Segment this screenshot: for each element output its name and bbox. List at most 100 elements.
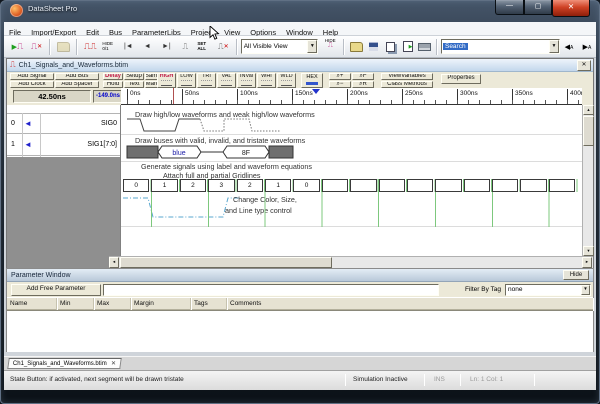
open-file-icon[interactable] — [348, 37, 365, 56]
open-disabled-icon[interactable] — [54, 37, 73, 56]
bus-cell[interactable] — [492, 179, 518, 192]
properties-button[interactable]: Properties — [441, 74, 481, 84]
hide-01-button[interactable]: HIDE 0/1 — [100, 37, 119, 56]
wave-state-button[interactable]: LOW — [177, 73, 196, 88]
time-ruler[interactable]: 0ns50ns100ns150ns200ns250ns300ns350ns400… — [121, 88, 582, 105]
delay-button[interactable]: Delay — [103, 73, 123, 81]
bus-cell[interactable] — [322, 179, 348, 192]
dropdown-arrow-icon[interactable]: ▼ — [549, 40, 559, 53]
bus-cell[interactable] — [435, 179, 461, 192]
gridline-bus-row[interactable]: 0123210 — [123, 179, 579, 192]
step-back-icon[interactable]: ◄ — [138, 37, 157, 56]
wave-state-button[interactable]: WLD — [277, 73, 296, 88]
wave-state-button[interactable]: WHI — [257, 73, 276, 88]
hscroll-thumb[interactable] — [120, 257, 332, 268]
bus-cell[interactable] — [407, 179, 433, 192]
bus-cell[interactable]: 3 — [208, 179, 234, 192]
wave-state-button[interactable]: TRI — [197, 73, 216, 88]
vscroll-thumb[interactable] — [583, 116, 594, 146]
edge-tool-icon[interactable]: ⎍⎍ — [81, 37, 100, 56]
bus-cell[interactable]: 2 — [180, 179, 206, 192]
horizontal-scrollbar[interactable]: ◄ ► — [109, 256, 593, 268]
signal-panel: 0 ◄ SIG0 1 ◄ SIG1[7:0] — [7, 105, 121, 256]
vertical-scrollbar[interactable]: ▲ ▼ — [582, 105, 593, 256]
search-combobox[interactable]: Search ▼ — [441, 39, 560, 54]
delete-waveform-button[interactable]: ⎍✕ — [27, 37, 46, 56]
hide-parameter-button[interactable]: Hide — [563, 270, 589, 280]
step-forward-icon[interactable]: ►| — [157, 37, 176, 56]
signal-arrow-icon[interactable]: ◄ — [24, 119, 32, 128]
filter-tag-dropdown[interactable]: none ▼ — [505, 284, 591, 296]
status-divider — [534, 374, 535, 386]
bus-cell[interactable] — [520, 179, 546, 192]
waveform-canvas[interactable]: Draw high/low waveforms and weak high/lo… — [121, 105, 582, 256]
status-message: State Button: if activated, next segment… — [10, 371, 184, 389]
signal-name[interactable]: SIG0 — [101, 120, 117, 127]
add-clock-button[interactable]: Add Clock — [10, 81, 54, 89]
add-spacer-button[interactable]: Add Spacer — [55, 81, 99, 89]
scroll-down-icon[interactable]: ▼ — [583, 246, 594, 256]
zoom-fit-button[interactable]: ⌕F — [352, 73, 374, 81]
app-icon — [10, 4, 23, 17]
view-variables-button[interactable]: ViewVariables — [381, 73, 433, 81]
parameter-table-body[interactable] — [7, 310, 593, 352]
signal-arrow-icon[interactable]: ◄ — [24, 140, 32, 149]
bus-cell[interactable]: 0 — [293, 179, 319, 192]
wave-state-button[interactable]: HIGH — [157, 73, 176, 88]
tab-close-icon[interactable]: ✕ — [111, 360, 116, 367]
bus-cell[interactable] — [350, 179, 376, 192]
document-close-icon[interactable]: ✕ — [577, 60, 591, 71]
bus-cell[interactable]: 0 — [123, 179, 149, 192]
export-icon[interactable]: ▶ — [399, 37, 416, 56]
zoom-range-button[interactable]: ⌕R — [352, 81, 374, 89]
parameter-input[interactable] — [103, 284, 439, 296]
close-button[interactable]: ✕ — [552, 0, 590, 17]
document-titlebar: ⎍ Ch1_Signals_and_Waveforms.btim ✕ — [7, 59, 593, 72]
bus-cell[interactable] — [379, 179, 405, 192]
copy-icon[interactable] — [382, 37, 399, 56]
signal-row[interactable]: 0 ◄ SIG0 — [7, 113, 120, 134]
bus-cell[interactable]: 1 — [265, 179, 291, 192]
signal-name[interactable]: SIG1[7:0] — [87, 141, 117, 148]
save-icon[interactable] — [365, 37, 382, 56]
maximize-button[interactable]: ▢ — [524, 0, 552, 15]
run-waveform-button[interactable]: ▶⎍ — [8, 37, 27, 56]
marker-triangle-icon[interactable] — [312, 89, 320, 98]
view-selector[interactable]: All Visible View ▼ — [241, 39, 319, 54]
search-next-icon[interactable]: ▶A — [578, 37, 596, 56]
jump-first-icon[interactable]: |◄ — [119, 37, 138, 56]
search-prev-icon[interactable]: ◀A — [560, 37, 578, 56]
bus-cell[interactable]: 1 — [151, 179, 177, 192]
tab-label[interactable]: Ch1_Signals_and_Waveforms.btim — [13, 361, 107, 367]
scroll-right-icon[interactable]: ► — [582, 257, 592, 268]
hold-button[interactable]: Hold — [103, 81, 123, 89]
waveform-glyph-icon — [261, 80, 272, 86]
wave-state-button[interactable]: INVal — [237, 73, 256, 88]
scroll-left-icon[interactable]: ◄ — [109, 257, 119, 268]
dropdown-arrow-icon[interactable]: ▼ — [307, 40, 317, 53]
dropdown-arrow-icon[interactable]: ▼ — [581, 285, 590, 295]
bus-cell[interactable] — [464, 179, 490, 192]
setup-button[interactable]: Setup — [124, 73, 144, 81]
add-signal-button[interactable]: Add Signal — [10, 73, 54, 81]
zoom-out-button[interactable]: ⌕− — [329, 81, 351, 89]
text-button[interactable]: Text — [124, 81, 144, 89]
minimize-button[interactable]: — — [495, 0, 524, 15]
class-methods-button[interactable]: Class Methods — [381, 81, 433, 89]
search-input[interactable]: Search — [443, 43, 468, 50]
bus-cell[interactable]: 2 — [237, 179, 263, 192]
add-bus-button[interactable]: Add Bus — [55, 73, 99, 81]
hide-waveform-button[interactable]: HIDE ⎍ — [320, 38, 340, 55]
signal-row[interactable]: 1 ◄ SIG1[7:0] — [7, 135, 120, 156]
zoom-in-button[interactable]: ⌕+ — [329, 73, 351, 81]
document-tab[interactable]: Ch1_Signals_and_Waveforms.btim ✕ — [7, 358, 121, 369]
hex-button[interactable]: HEX — [301, 73, 323, 88]
print-icon[interactable] — [416, 37, 433, 56]
add-free-parameter-button[interactable]: Add Free Parameter — [11, 284, 101, 296]
scroll-up-icon[interactable]: ▲ — [583, 105, 594, 115]
one-shot-icon[interactable]: ⎍ — [176, 37, 195, 56]
bus-cell[interactable] — [549, 179, 575, 192]
panel-grid-line — [22, 113, 23, 157]
wave-state-button[interactable]: VAL — [217, 73, 236, 88]
status-divider — [345, 374, 346, 386]
